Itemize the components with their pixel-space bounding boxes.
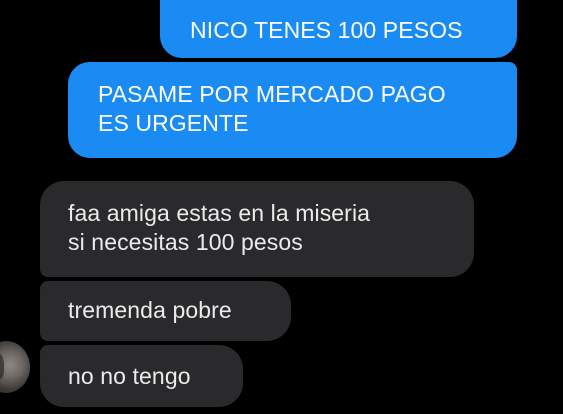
message-text: ES URGENTE (98, 110, 249, 136)
message-text: tremenda pobre (68, 297, 232, 323)
contact-avatar-icon[interactable] (0, 341, 30, 393)
received-message-bubble[interactable]: no no tengo (40, 345, 243, 407)
message-text: si necesitas 100 pesos (68, 229, 303, 255)
chat-thread: NICO TENES 100 PESOS PASAME POR MERCADO … (0, 0, 563, 414)
sent-message-bubble[interactable]: PASAME POR MERCADO PAGO ES URGENTE (68, 62, 517, 158)
sent-message-bubble[interactable]: NICO TENES 100 PESOS (160, 0, 517, 58)
avatar-figure (0, 353, 4, 379)
received-message-bubble[interactable]: tremenda pobre (40, 281, 291, 341)
message-text: PASAME POR MERCADO PAGO (98, 81, 446, 107)
message-text: no no tengo (68, 363, 191, 389)
received-message-bubble[interactable]: faa amiga estas en la miseria si necesit… (40, 181, 474, 277)
message-text: faa amiga estas en la miseria (68, 200, 371, 226)
message-text: NICO TENES 100 PESOS (190, 17, 463, 43)
